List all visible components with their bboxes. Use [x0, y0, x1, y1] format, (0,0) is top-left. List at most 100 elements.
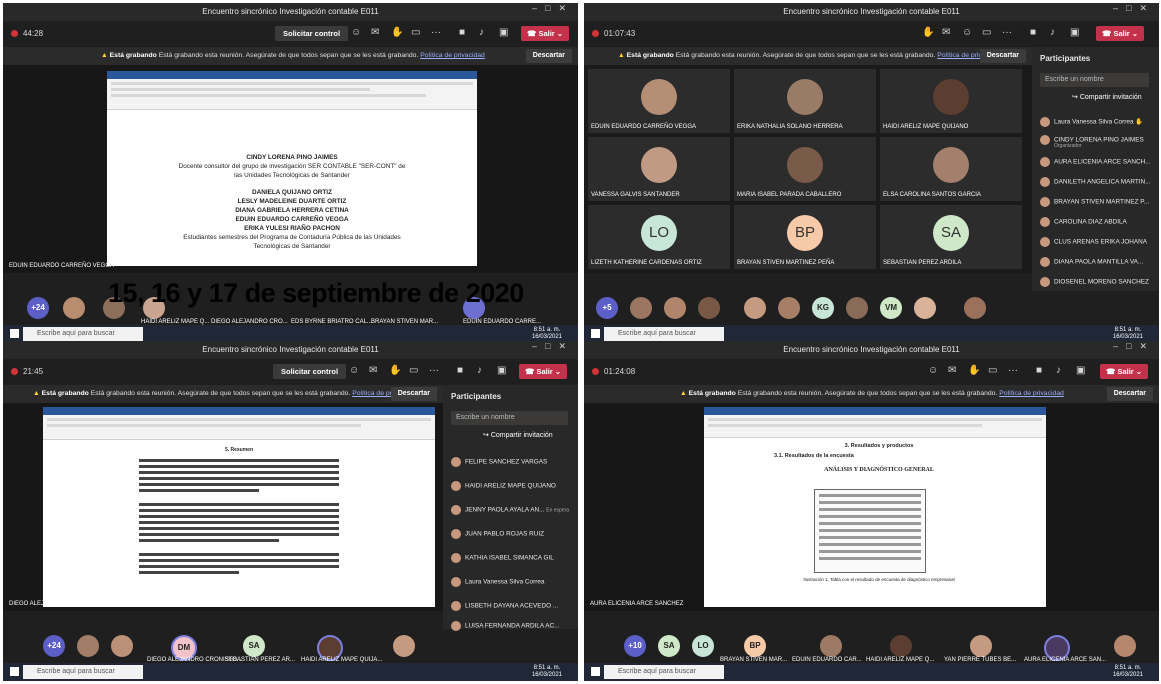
window-controls[interactable]: –□✕ [1113, 341, 1155, 352]
participant-row[interactable]: Laura Vanessa Silva Correa [451, 577, 544, 587]
window-controls[interactable]: –□✕ [532, 341, 574, 352]
raise-hand-icon[interactable]: ✋ [922, 27, 934, 38]
share-invite-button[interactable]: ↪ Compartir invitación [1072, 93, 1142, 101]
taskbar-search[interactable]: Escribe aquí para buscar [23, 327, 143, 341]
participant-row[interactable]: HAIDI ARELIZ MAPE QUIJANO [451, 481, 556, 491]
leave-button[interactable]: ☎ Salir ⌄ [519, 364, 568, 379]
more-participants-count[interactable]: +10 [624, 635, 646, 657]
dismiss-button[interactable]: Descartar [525, 49, 572, 63]
participant-row[interactable]: DANILETH ANGELICA MARTIN... [1040, 177, 1150, 187]
rooms-icon[interactable]: ▭ [409, 365, 418, 376]
privacy-link[interactable]: Política de privacidad [999, 390, 1064, 397]
participant-row[interactable]: CLUS ARENAS ERIKA JOHANA [1040, 237, 1147, 247]
share-invite-button[interactable]: ↪ Compartir invitación [483, 431, 553, 439]
participant-initials: SA [243, 635, 265, 657]
more-participants-count[interactable]: +5 [596, 297, 618, 319]
shared-screen: CINDY LORENA PINO JAIMES Docente consult… [3, 65, 578, 273]
rooms-icon[interactable]: ▭ [411, 27, 420, 38]
share-icon[interactable]: ▣ [1070, 27, 1079, 38]
taskbar-search[interactable]: Escribe aquí para buscar [604, 327, 724, 341]
recording-banner: ▲ Está grabando Está grabando esta reuni… [3, 47, 578, 65]
more-icon[interactable]: ··· [429, 365, 439, 376]
participant-row[interactable]: DIOSENEL MORENO SANCHEZ [1040, 277, 1149, 287]
dismiss-button[interactable]: Descartar [390, 387, 437, 401]
participant-row[interactable]: KATHIA ISABEL SIMANCA GIL [451, 553, 554, 563]
more-icon[interactable]: ··· [431, 27, 441, 38]
mic-icon[interactable]: ♪ [479, 27, 484, 38]
participant-row[interactable]: BRAYAN STIVEN MARTINEZ P... [1040, 197, 1149, 207]
leave-button[interactable]: ☎ Salir ⌄ [1100, 364, 1149, 379]
participants-icon[interactable]: ☺ [349, 365, 359, 376]
more-participants-count[interactable]: +24 [27, 297, 49, 319]
participant-row[interactable]: DIANA PAOLA MANTILLA VA... [1040, 257, 1143, 267]
meeting-timer: 44:28 [23, 29, 44, 38]
presenter-name: AURA ELICENIA ARCE SANCHEZ [590, 601, 684, 607]
more-icon[interactable]: ··· [1002, 27, 1012, 38]
participant-initials: BP [744, 635, 766, 657]
more-icon[interactable]: ··· [1008, 365, 1018, 376]
mic-icon[interactable]: ♪ [1056, 365, 1061, 376]
windows-start-icon[interactable] [10, 667, 19, 676]
more-participants-count[interactable]: +24 [43, 635, 65, 657]
participant-initials: KG [812, 297, 834, 319]
window-controls[interactable]: –□✕ [532, 3, 574, 14]
participant-search[interactable]: Escribe un nombre [451, 411, 568, 425]
chat-icon[interactable]: ✉ [371, 27, 379, 38]
reactions-icon[interactable]: ✋ [968, 365, 980, 376]
request-control-button[interactable]: Solicitar control [273, 364, 347, 379]
meeting-window-3: Encuentro sincrónico Investigación conta… [3, 341, 578, 681]
word-ribbon [704, 407, 1046, 438]
camera-icon[interactable]: ■ [457, 365, 463, 376]
chat-icon[interactable]: ✉ [948, 365, 956, 376]
participant-search[interactable]: Escribe un nombre [1040, 73, 1149, 87]
share-icon[interactable]: ▣ [497, 365, 506, 376]
participant-initials: VM [880, 297, 902, 319]
video-grid: EDUIN EDUARDO CARREÑO VEGGA ERIKA NATHAL… [584, 65, 1032, 273]
participant-row[interactable]: CAROLINA DIAZ ABDILA [1040, 217, 1127, 227]
taskbar-search[interactable]: Escribe aquí para buscar [23, 665, 143, 679]
chat-icon[interactable]: ✉ [942, 27, 950, 38]
camera-icon[interactable]: ■ [1036, 365, 1042, 376]
participant-initials: SA [658, 635, 680, 657]
dismiss-button[interactable]: Descartar [979, 49, 1026, 63]
participant-row[interactable]: JENNY PAOLA AYALA AN... En espera [451, 505, 569, 515]
taskbar-search[interactable]: Escribe aquí para buscar [604, 665, 724, 679]
participant-row[interactable]: JUAN PABLO ROJAS RUIZ [451, 529, 544, 539]
warning-icon: ▲ [33, 390, 40, 397]
camera-icon[interactable]: ■ [459, 27, 465, 38]
share-icon[interactable]: ▣ [499, 27, 508, 38]
video-tile: MARIA ISABEL PARADA CABALLERO [734, 137, 876, 201]
participant-row[interactable]: AURA ELICENIA ARCE SANCH... [1040, 157, 1151, 167]
participants-icon[interactable]: ☺ [351, 27, 361, 38]
participant-row[interactable]: LISBETH DAYANA ACEVEDO ... [451, 601, 558, 611]
windows-start-icon[interactable] [10, 329, 19, 338]
tray-clock: 8:51 a. m. 16/03/2021 [531, 665, 562, 678]
chat-icon[interactable]: ✉ [369, 365, 377, 376]
participants-icon[interactable]: ☺ [928, 365, 938, 376]
participant-avatar [630, 297, 652, 319]
privacy-link[interactable]: Política de privacidad [420, 52, 485, 59]
request-control-button[interactable]: Solicitar control [275, 26, 349, 41]
doc-section: 3. Resultados y productos [844, 443, 914, 449]
windows-start-icon[interactable] [591, 667, 600, 676]
mic-icon[interactable]: ♪ [1050, 27, 1055, 38]
dismiss-button[interactable]: Descartar [1106, 387, 1153, 401]
reactions-icon[interactable]: ✋ [389, 365, 401, 376]
rooms-icon[interactable]: ▭ [982, 27, 991, 38]
participant-row[interactable]: FELIPE SANCHEZ VARGAS [451, 457, 547, 467]
window-controls[interactable]: –□✕ [1113, 3, 1155, 14]
participant-row[interactable]: Laura Vanessa Silva Correa ✋ [1040, 117, 1143, 127]
reactions-icon[interactable]: ✋ [391, 27, 403, 38]
rooms-icon[interactable]: ▭ [988, 365, 997, 376]
meeting-timer: 21:45 [23, 367, 44, 376]
mic-icon[interactable]: ♪ [477, 365, 482, 376]
leave-button[interactable]: ☎ Salir ⌄ [1096, 26, 1145, 41]
leave-button[interactable]: ☎ Salir ⌄ [521, 26, 570, 41]
reactions-icon[interactable]: ☺ [962, 27, 972, 38]
participant-avatar [964, 297, 986, 319]
share-icon[interactable]: ▣ [1076, 365, 1085, 376]
windows-start-icon[interactable] [591, 329, 600, 338]
participant-row[interactable]: LUISA FERNANDA ARDILA AC... [451, 621, 559, 631]
camera-icon[interactable]: ■ [1030, 27, 1036, 38]
video-tile: EDUIN EDUARDO CARREÑO VEGGA [588, 69, 730, 133]
